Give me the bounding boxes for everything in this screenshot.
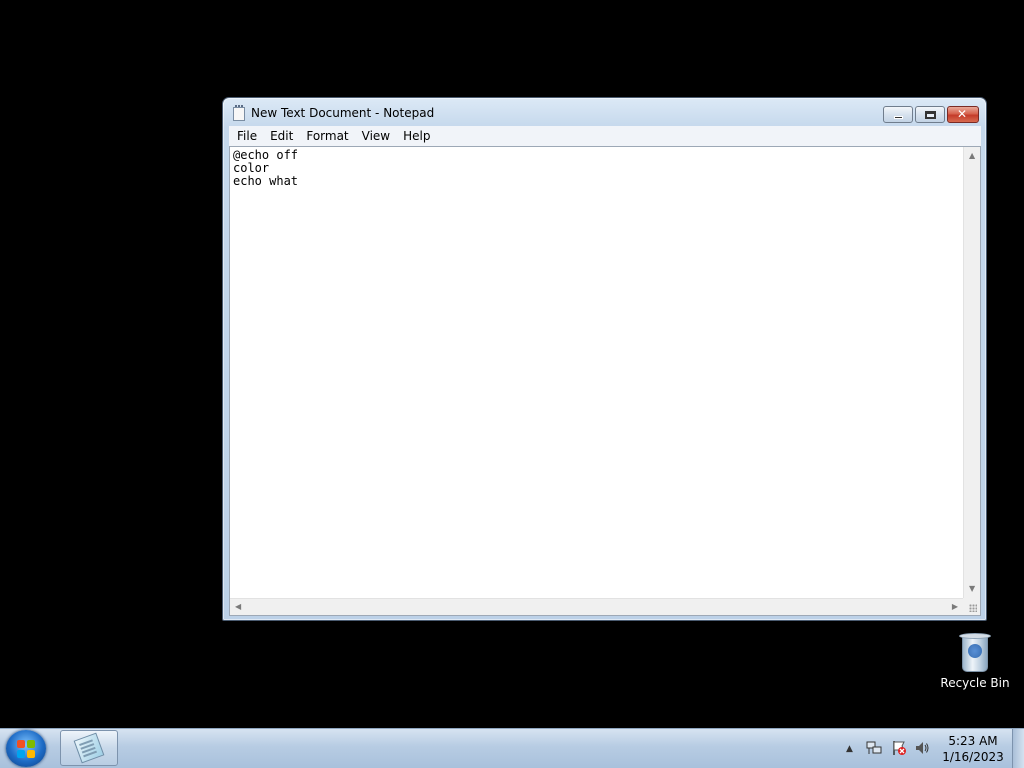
start-button[interactable] (6, 730, 46, 767)
horizontal-scrollbar[interactable]: ◀ ▶ (230, 598, 963, 615)
size-grip[interactable] (963, 598, 980, 615)
maximize-button[interactable] (915, 106, 945, 123)
menu-view[interactable]: View (354, 129, 395, 143)
volume-icon[interactable] (914, 740, 930, 756)
menu-format[interactable]: Format (298, 129, 353, 143)
text-editor[interactable]: @echo off color echo what (233, 149, 960, 595)
clock-time: 5:23 AM (948, 734, 998, 748)
title-bar[interactable]: New Text Document - Notepad ✕ (223, 98, 986, 126)
close-icon: ✕ (957, 107, 968, 121)
scroll-left-arrow-icon[interactable]: ◀ (235, 603, 241, 611)
notepad-icon (233, 105, 245, 121)
menu-help[interactable]: Help (395, 129, 435, 143)
minimize-button[interactable] (883, 106, 913, 123)
windows-logo-icon (17, 740, 35, 758)
vertical-scrollbar[interactable]: ▲ ▼ (963, 147, 980, 598)
show-hidden-icons-arrow[interactable]: ▲ (846, 744, 853, 754)
size-grip-icon (969, 604, 977, 612)
recycle-bin[interactable]: Recycle Bin (940, 630, 1010, 690)
action-center-flag-icon[interactable] (891, 740, 907, 756)
menu-edit[interactable]: Edit (262, 129, 298, 143)
network-icon[interactable] (866, 740, 882, 756)
show-desktop-button[interactable] (1012, 729, 1024, 768)
menu-file[interactable]: File (229, 129, 262, 143)
scroll-down-arrow-icon[interactable]: ▼ (969, 585, 975, 593)
notepad-window[interactable]: New Text Document - Notepad ✕ File Edit … (222, 97, 987, 621)
minimize-icon (894, 116, 903, 119)
scroll-right-arrow-icon[interactable]: ▶ (952, 603, 958, 611)
recycle-bin-icon (958, 630, 992, 674)
system-clock[interactable]: 5:23 AM 1/16/2023 (940, 733, 1006, 765)
notepad-icon (73, 732, 105, 764)
menu-bar: File Edit Format View Help (229, 126, 981, 146)
text-area-container: @echo off color echo what ▲ ▼ ◀ ▶ (229, 146, 981, 616)
recycle-bin-label: Recycle Bin (940, 676, 1010, 690)
window-title: New Text Document - Notepad (251, 106, 435, 120)
taskbar-notepad-button[interactable] (60, 730, 118, 766)
close-button[interactable]: ✕ (947, 106, 979, 123)
maximize-icon (925, 111, 936, 119)
scroll-up-arrow-icon[interactable]: ▲ (969, 152, 975, 160)
clock-date: 1/16/2023 (942, 750, 1004, 764)
